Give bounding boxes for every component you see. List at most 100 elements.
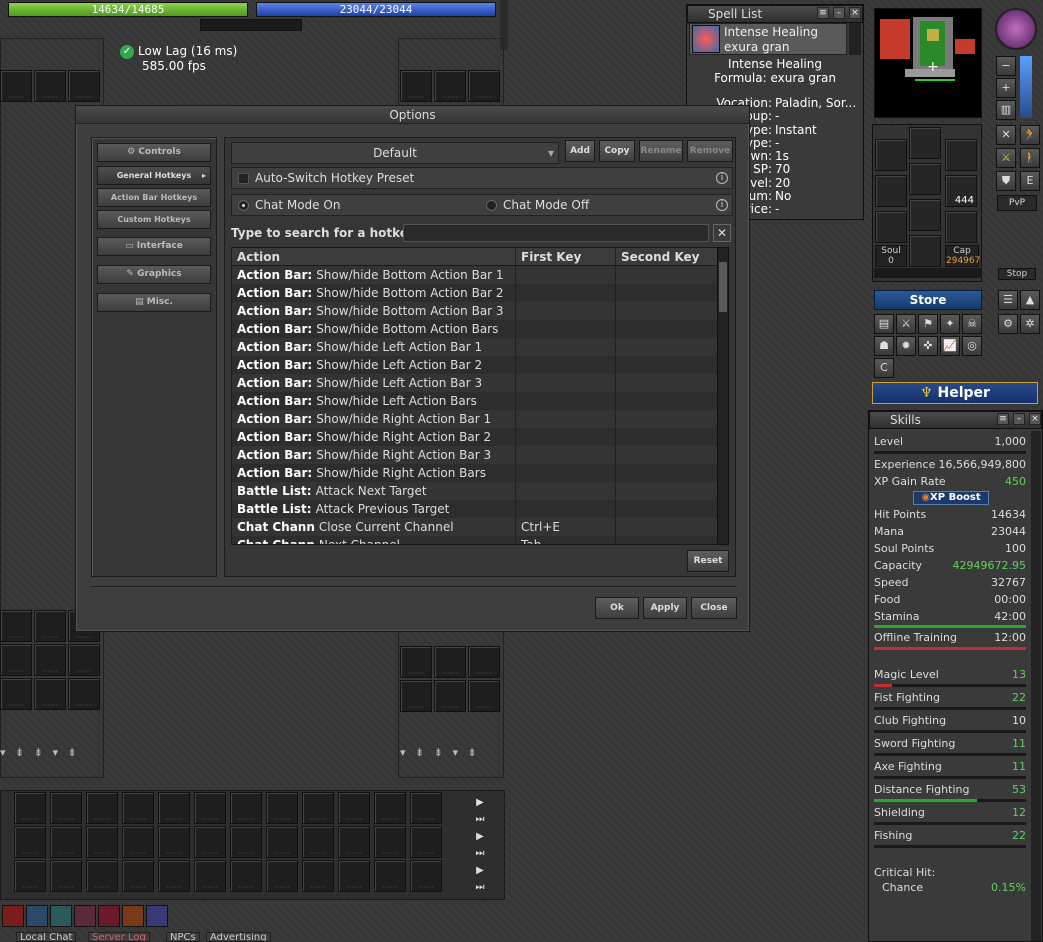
scrollbar-thumb[interactable] [719,262,727,312]
table-row[interactable]: Action Bar: Show/hide Right Action Bar 3 [232,446,726,464]
action-slot[interactable] [338,860,370,892]
first-key-cell[interactable] [516,392,616,410]
first-key-cell[interactable] [516,464,616,482]
action-slot[interactable] [122,826,154,858]
action-slot[interactable] [410,826,442,858]
quest-log-icon[interactable]: ☗ [874,336,894,356]
action-slot[interactable] [410,860,442,892]
action-slot[interactable] [400,70,432,102]
table-row[interactable]: Action Bar: Show/hide Bottom Action Bar 2 [232,284,726,302]
close-icon[interactable]: × [849,7,861,19]
info-icon[interactable]: i [716,199,728,211]
action-slot[interactable] [302,826,334,858]
action-slot[interactable] [158,860,190,892]
right-bar-controls[interactable]: ▾ ⇟ ⇟ ▾ ⇟ [400,746,504,762]
table-row[interactable]: Action Bar: Show/hide Bottom Action Bars [232,320,726,338]
action-slot[interactable] [86,792,118,824]
action-slot[interactable] [230,826,262,858]
second-key-cell[interactable] [616,428,726,446]
bottom-bar-arrows[interactable]: ▶ ⏭ ▶ ⏭ ▶ ⏭ [472,794,488,894]
action-slot[interactable] [14,860,46,892]
skills-icon[interactable]: ▤ [874,314,894,334]
column-action[interactable]: Action [232,248,516,265]
clear-search-icon[interactable]: ✕ [713,224,731,242]
close-button[interactable]: Close [691,597,737,619]
action-slot[interactable] [50,792,82,824]
action-slot[interactable] [158,826,190,858]
action-slot[interactable] [230,860,262,892]
prey-icon[interactable]: ✜ [918,336,938,356]
skills-scrollbar[interactable] [1031,431,1041,941]
action-slot[interactable] [158,792,190,824]
auto-switch-checkbox[interactable] [238,173,249,184]
sidebar-item-misc[interactable]: ▤ Misc. [97,293,211,312]
action-slot[interactable] [194,860,226,892]
action-slot[interactable] [400,646,432,678]
action-slot[interactable] [468,680,500,712]
apply-button[interactable]: Apply [643,597,687,619]
first-key-cell[interactable] [516,446,616,464]
second-key-cell[interactable] [616,266,726,284]
sidebar-item-interface[interactable]: ▭ Interface [97,237,211,256]
sidebar-item-controls[interactable]: ⚙ Controls [97,143,211,162]
store-button[interactable]: Store [874,290,982,310]
action-slot[interactable] [68,70,100,102]
action-slot[interactable] [410,792,442,824]
second-key-cell[interactable] [616,374,726,392]
action-slot[interactable] [400,680,432,712]
second-key-cell[interactable] [616,392,726,410]
action-slot[interactable] [0,70,32,102]
table-row[interactable]: Chat Chann Next Channel Tab [232,536,726,544]
hotkey-search-input[interactable] [403,224,709,242]
second-key-cell[interactable] [616,536,726,544]
floor-level-slider[interactable] [1020,56,1032,118]
action-slot[interactable] [14,826,46,858]
table-row[interactable]: Action Bar: Show/hide Bottom Action Bar 1 [232,266,726,284]
action-slot[interactable] [194,826,226,858]
sidebar-item-graphics[interactable]: ✎ Graphics [97,265,211,284]
weapon-slot[interactable] [875,175,907,207]
action-slot[interactable] [266,860,298,892]
action-slot[interactable] [0,610,32,642]
bestiary-icon[interactable]: ✹ [896,336,916,356]
table-row[interactable]: Action Bar: Show/hide Right Action Bars [232,464,726,482]
action-slot[interactable] [468,70,500,102]
second-key-cell[interactable] [616,320,726,338]
action-slot[interactable] [434,70,466,102]
first-key-cell[interactable] [516,356,616,374]
second-key-cell[interactable] [616,410,726,428]
action-slot[interactable] [230,792,262,824]
spell-entry-selected[interactable]: Intense Healing exura gran [689,23,847,55]
second-key-cell[interactable] [616,500,726,518]
action-slot[interactable] [374,860,406,892]
action-slot[interactable] [434,680,466,712]
left-bar-controls[interactable]: ▾ ⇟ ⇟ ▾ ⇟ [0,746,104,762]
second-key-cell[interactable] [616,518,726,536]
stop-button[interactable]: Stop [998,268,1036,280]
table-row[interactable]: Battle List: Attack Next Target [232,482,726,500]
second-key-cell[interactable] [616,446,726,464]
sidebar-item-general-hotkeys[interactable]: General Hotkeys ▸ [97,166,211,185]
spell-list-icon[interactable]: ✦ [940,314,960,334]
second-key-cell[interactable] [616,284,726,302]
chat-tab-server-log[interactable]: Server Log [88,932,150,942]
second-key-cell[interactable] [616,464,726,482]
reset-button[interactable]: Reset [687,550,729,572]
remove-preset-button[interactable]: Remove [687,140,733,162]
settings-icon[interactable]: ⚙ [998,314,1018,334]
action-slot[interactable] [194,792,226,824]
first-key-cell[interactable] [516,284,616,302]
legs-slot[interactable] [909,199,941,231]
combat-mode-icon[interactable]: ✕ [996,125,1016,145]
menu-icon[interactable]: ≡ [997,413,1009,425]
sidebar-item-custom-hotkeys[interactable]: Custom Hotkeys [97,210,211,229]
rename-preset-button[interactable]: Rename [639,140,683,162]
first-key-cell[interactable] [516,500,616,518]
armor-slot[interactable] [909,163,941,195]
action-slot[interactable] [374,792,406,824]
table-row[interactable]: Battle List: Attack Previous Target [232,500,726,518]
spell-list-scrollbar[interactable] [849,23,861,55]
action-slot[interactable] [338,792,370,824]
first-key-cell[interactable] [516,320,616,338]
chat-tab-local[interactable]: Local Chat [16,932,77,942]
